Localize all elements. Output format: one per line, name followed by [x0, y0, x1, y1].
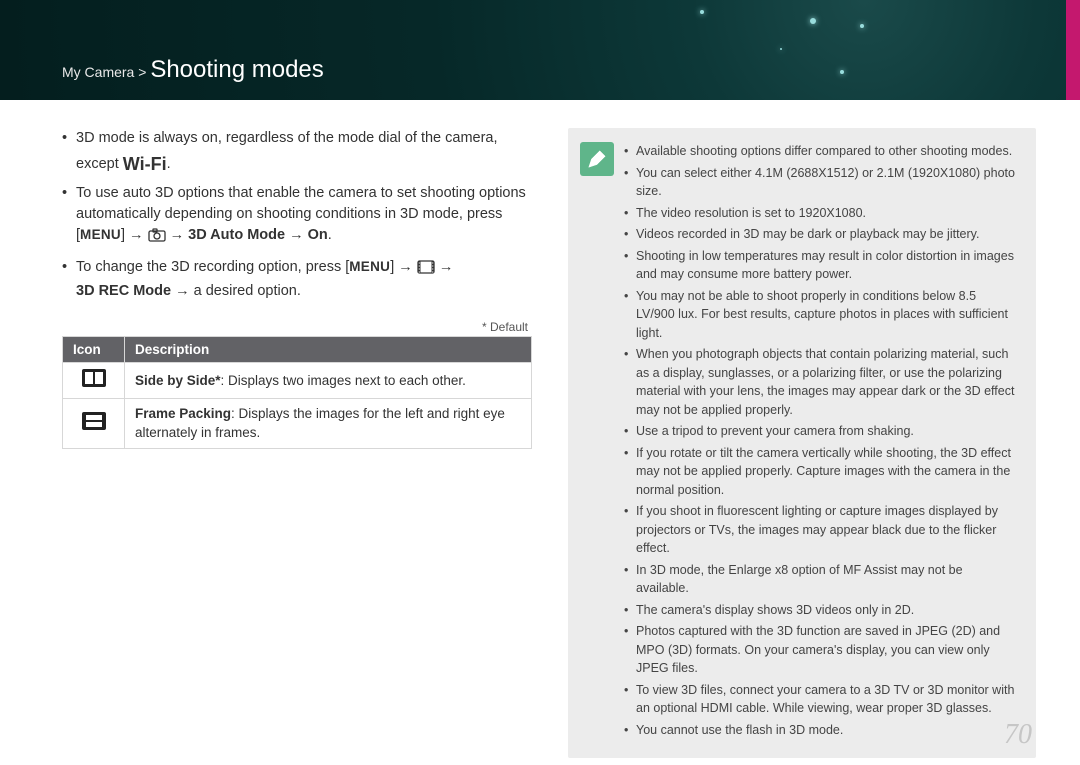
- note-item: You cannot use the flash in 3D mode.: [624, 721, 1018, 740]
- table-row: Frame Packing: Displays the images for t…: [63, 399, 532, 448]
- text: → a desired option.: [171, 283, 301, 299]
- breadcrumb-prefix: My Camera >: [62, 64, 150, 80]
- note-item: Videos recorded in 3D may be dark or pla…: [624, 225, 1018, 244]
- side-by-side-icon: [82, 369, 106, 387]
- default-note: * Default: [62, 320, 532, 334]
- accent-bar: [1066, 0, 1080, 100]
- note-item: You may not be able to shoot properly in…: [624, 287, 1018, 343]
- arrow-text: ] →: [390, 259, 417, 275]
- note-item: To view 3D files, connect your camera to…: [624, 681, 1018, 718]
- menu-button-label: MENU: [80, 227, 121, 242]
- header-band: My Camera > Shooting modes: [0, 0, 1080, 100]
- th-icon: Icon: [63, 337, 125, 363]
- list-item: To change the 3D recording option, press…: [62, 257, 532, 302]
- arrow-text: →: [435, 259, 454, 275]
- arrow-text: ] →: [121, 227, 148, 243]
- note-item: When you photograph objects that contain…: [624, 345, 1018, 419]
- row-term: Side by Side*: [135, 373, 221, 388]
- page-number: 70: [1004, 719, 1032, 751]
- decorative-sparkles: [660, 0, 960, 100]
- text: .: [328, 227, 332, 243]
- text: .: [167, 156, 171, 172]
- table-row: Side by Side*: Displays two images next …: [63, 363, 532, 399]
- note-box: Available shooting options differ compar…: [568, 128, 1036, 758]
- camera-icon: [148, 228, 166, 249]
- note-item: Available shooting options differ compar…: [624, 142, 1018, 161]
- page-title: Shooting modes: [150, 56, 323, 83]
- bold-path: 3D Auto Mode → On: [188, 227, 328, 243]
- filmstrip-icon: [417, 260, 435, 281]
- note-item: Shooting in low temperatures may result …: [624, 247, 1018, 284]
- icon-description-table: Icon Description Side by Side*: Displays…: [62, 336, 532, 449]
- breadcrumb: My Camera > Shooting modes: [62, 56, 324, 84]
- content-area: 3D mode is always on, regardless of the …: [0, 100, 1080, 758]
- right-column: Available shooting options differ compar…: [568, 128, 1036, 758]
- note-list: Available shooting options differ compar…: [624, 142, 1018, 739]
- instruction-list: 3D mode is always on, regardless of the …: [62, 128, 532, 302]
- note-pen-icon: [580, 142, 614, 176]
- note-item: You can select either 4.1M (2688X1512) o…: [624, 164, 1018, 201]
- note-item: Photos captured with the 3D function are…: [624, 622, 1018, 678]
- menu-button-label: MENU: [349, 259, 390, 274]
- note-item: Use a tripod to prevent your camera from…: [624, 422, 1018, 441]
- row-term: Frame Packing: [135, 406, 231, 421]
- wifi-icon: Wi-Fi: [123, 151, 167, 177]
- note-item: The video resolution is set to 1920X1080…: [624, 204, 1018, 223]
- list-item: 3D mode is always on, regardless of the …: [62, 128, 532, 175]
- note-item: In 3D mode, the Enlarge x8 option of MF …: [624, 561, 1018, 598]
- arrow-text: →: [166, 227, 189, 243]
- text: To change the 3D recording option, press…: [76, 259, 349, 275]
- list-item: To use auto 3D options that enable the c…: [62, 183, 532, 249]
- th-description: Description: [125, 337, 532, 363]
- note-item: The camera's display shows 3D videos onl…: [624, 601, 1018, 620]
- frame-packing-icon: [82, 412, 106, 430]
- note-item: If you rotate or tilt the camera vertica…: [624, 444, 1018, 500]
- bold-path: 3D REC Mode: [76, 283, 171, 299]
- note-item: If you shoot in fluorescent lighting or …: [624, 502, 1018, 558]
- row-desc: : Displays two images next to each other…: [221, 373, 466, 388]
- left-column: 3D mode is always on, regardless of the …: [62, 128, 532, 758]
